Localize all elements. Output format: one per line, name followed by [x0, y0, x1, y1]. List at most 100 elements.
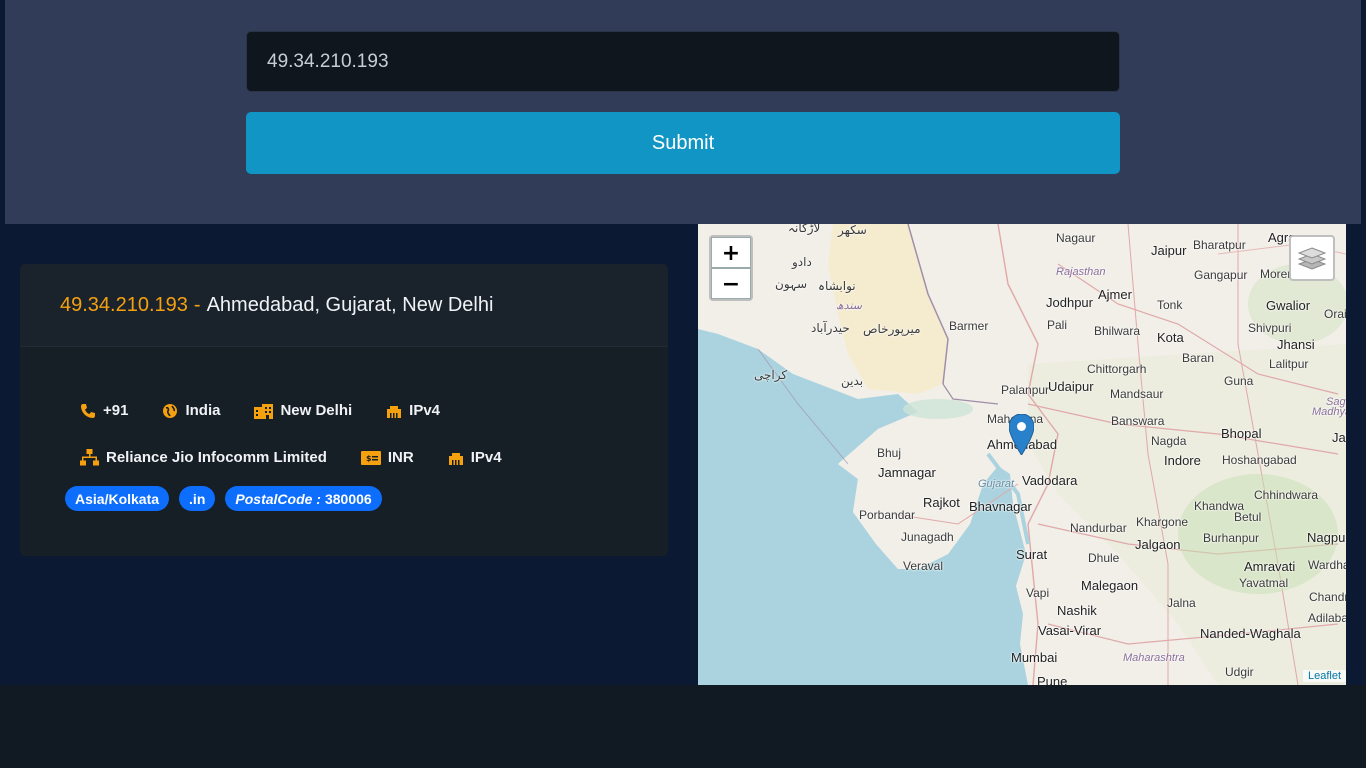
map-label: Baran [1182, 351, 1215, 365]
map-label: Vapi [1026, 586, 1050, 600]
ip-input[interactable] [246, 31, 1120, 92]
map-label: نوابشاہ [818, 279, 856, 293]
map-label: Nanded-Waghala [1200, 626, 1301, 641]
layers-icon [1298, 247, 1326, 270]
phone-code-item: +91 [80, 402, 128, 419]
ip-info-card: 49.34.210.193 - Ahmedabad, Gujarat, New … [20, 264, 668, 556]
map-label: Burhanpur [1203, 531, 1260, 545]
map-label: Hoshangabad [1222, 453, 1297, 467]
map-label: Junagadh [901, 530, 954, 544]
map-label: Mumbai [1011, 650, 1058, 665]
map-label: Guna [1224, 374, 1254, 388]
map-label: Jalna [1167, 596, 1196, 610]
map-label: Jamnagar [878, 465, 936, 480]
map-label: Chhindwara [1254, 488, 1319, 502]
currency: INR [387, 449, 414, 466]
ethernet-icon [448, 452, 463, 465]
tld-badge: .in [179, 486, 216, 511]
country-item: India [162, 402, 220, 419]
map-label: Bhuj [877, 446, 902, 460]
map-label: بدین [841, 374, 864, 388]
map-label: سکھر [838, 224, 867, 237]
map-attribution-link[interactable]: Leaflet [1302, 670, 1346, 682]
map-label: Rajasthan [1056, 266, 1106, 278]
map-label: Adilabad [1308, 611, 1346, 625]
country: India [185, 402, 221, 419]
location-text: Ahmedabad, Gujarat, New Delhi [206, 293, 494, 316]
card-header: 49.34.210.193 - Ahmedabad, Gujarat, New … [20, 264, 668, 347]
isp-item: Reliance Jio Infocomm Limited [80, 449, 327, 466]
city: New Delhi [280, 402, 353, 419]
map-label: Vadodara [1022, 473, 1078, 488]
map-label: Khargone [1136, 515, 1189, 529]
map-label: Jalgaon [1135, 537, 1181, 552]
map-label: سہون [775, 277, 808, 291]
ip-address: 49.34.210.193 [60, 293, 188, 316]
map-label: Mandsaur [1110, 387, 1164, 401]
map-label: Betul [1234, 510, 1262, 524]
map-label: دادو [792, 255, 812, 269]
location-marker-icon[interactable] [1009, 414, 1034, 455]
map-label: سندھ [836, 300, 862, 312]
map-label: Barmer [949, 319, 989, 333]
isp-name: Reliance Jio Infocomm Limited [106, 449, 327, 466]
zoom-out-button[interactable]: − [711, 268, 751, 299]
map-label: Bharatpur [1193, 238, 1246, 252]
map-label: Bhilwara [1094, 324, 1141, 338]
phone-icon [81, 403, 95, 418]
map-label: Gujarat [978, 478, 1015, 490]
postal-code-value: 380006 [324, 490, 372, 507]
map-label: Bhopal [1221, 426, 1262, 441]
layers-control[interactable] [1289, 235, 1335, 281]
map-label: حیدرآباد [811, 321, 850, 335]
map-label: Nagaur [1056, 231, 1096, 245]
map-label: Bhavnagar [969, 499, 1032, 514]
map-label: Surat [1016, 547, 1048, 562]
postal-code-key: PostalCode : [235, 490, 321, 507]
map-label: Maharashtra [1123, 652, 1185, 664]
map-label: Chittorgarh [1087, 362, 1147, 376]
ethernet-icon [387, 405, 402, 418]
map-label: Gwalior [1266, 298, 1311, 313]
zoom-in-button[interactable]: + [711, 237, 751, 268]
map-label: Porbandar [859, 508, 916, 522]
meta-row-1: +91 India New Delhi IPv4 [80, 402, 474, 419]
location-map[interactable]: لاڑکانہ سکھر دادو نوابشاہ سہون سندھ حیدر… [698, 224, 1346, 685]
meta-row-2: Reliance Jio Infocomm Limited $ INR IPv4 [80, 449, 536, 466]
map-label: Nagpur [1307, 530, 1346, 545]
map-label: Ajmer [1098, 287, 1132, 302]
map-label: Dhule [1088, 551, 1120, 565]
map-label: Vasai-Virar [1038, 623, 1102, 638]
map-label: Jaipur [1151, 243, 1187, 258]
network-icon [80, 449, 99, 466]
map-label: Madhya Prades [1312, 406, 1346, 418]
map-label: Udgir [1225, 665, 1254, 679]
map-label: Malegaon [1081, 578, 1139, 593]
map-label: Nashik [1057, 603, 1097, 618]
city-item: New Delhi [254, 402, 352, 419]
map-label: Palanpur [1001, 383, 1050, 397]
map-label: Indore [1164, 453, 1201, 468]
map-label: Banswara [1111, 414, 1165, 428]
map-label: Wardha [1308, 558, 1346, 572]
ip-version-item: IPv4 [386, 402, 440, 419]
ip-version-2: IPv4 [470, 449, 502, 466]
map-label: Chandrapur [1309, 590, 1346, 604]
map-label: Pune [1037, 674, 1068, 685]
map-label: Pali [1047, 318, 1068, 332]
map-label: Yavatmal [1239, 576, 1289, 590]
money-icon: $ [360, 450, 381, 465]
search-panel: Submit [5, 0, 1361, 224]
map-label: Amravati [1244, 559, 1296, 574]
svg-text:$: $ [366, 454, 372, 463]
map-label: Orai [1324, 307, 1346, 321]
map-label: Jab [1332, 430, 1346, 445]
submit-button[interactable]: Submit [246, 112, 1120, 174]
map-label: Jodhpur [1046, 295, 1093, 310]
zoom-control: + − [709, 235, 753, 301]
map-label: Shivpuri [1248, 321, 1292, 335]
currency-item: $ INR [360, 449, 414, 466]
ip-version: IPv4 [409, 402, 441, 419]
map-label: Kota [1157, 330, 1184, 345]
map-label: میرپورخاص [863, 322, 921, 336]
